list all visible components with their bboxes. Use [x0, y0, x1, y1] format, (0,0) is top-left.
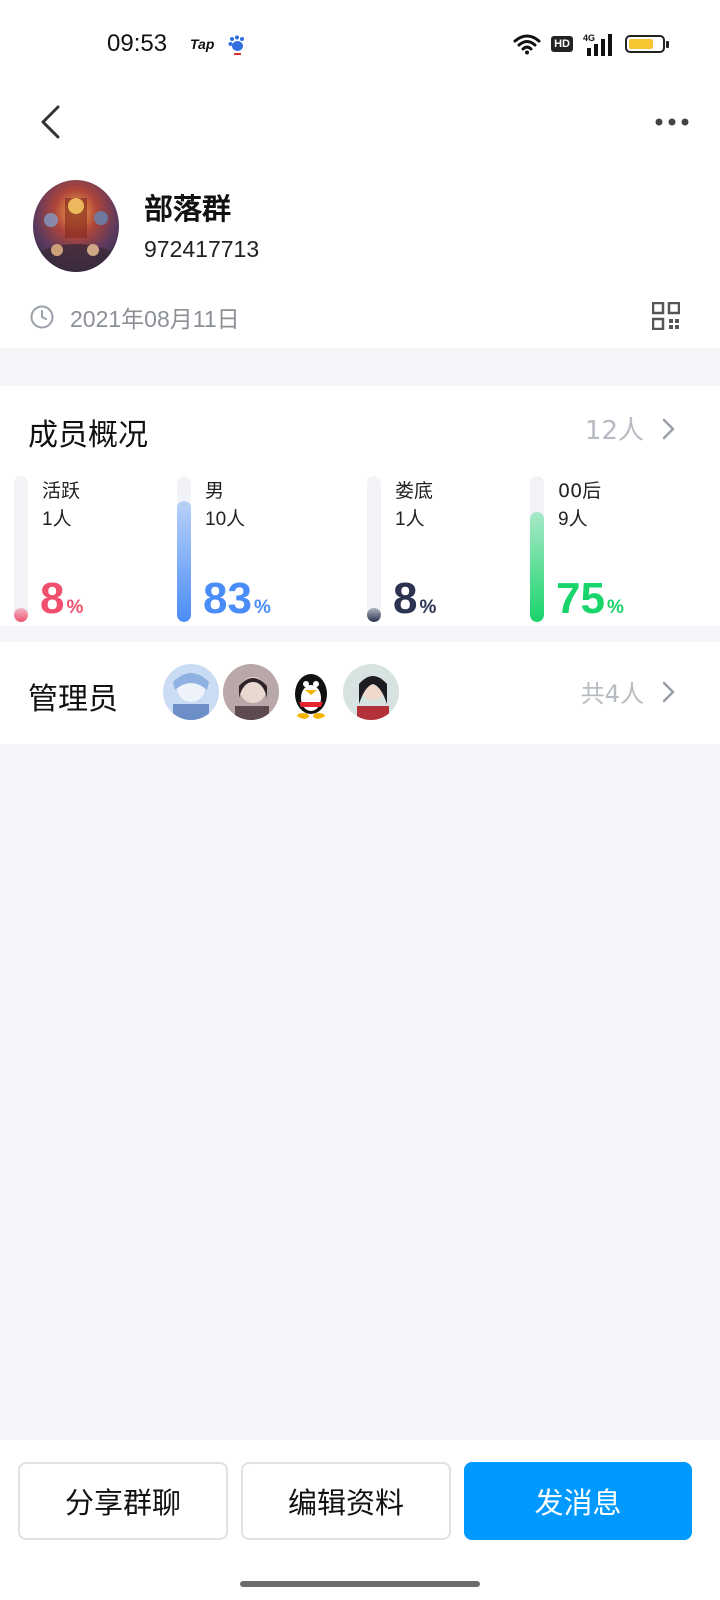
stat-label: 娄底 — [395, 480, 434, 502]
stat-percent-sign: % — [253, 597, 271, 618]
chevron-right-icon — [662, 418, 675, 439]
home-indicator[interactable] — [240, 1581, 480, 1587]
stat-percent-value: 8 — [393, 574, 418, 623]
group-avatar-image — [33, 180, 119, 272]
stat-bar — [367, 476, 381, 622]
members-overview: 成员概况 12人 活跃 1人 8% 男 10人 83% 娄底 1人 8% 00后… — [0, 386, 720, 626]
bottom-action-bar: 分享群聊 编辑资料 发消息 — [0, 1440, 720, 1600]
more-button[interactable] — [650, 100, 694, 144]
group-id: 972417713 — [144, 236, 260, 262]
send-message-button[interactable]: 发消息 — [464, 1462, 692, 1540]
share-group-button[interactable]: 分享群聊 — [18, 1462, 228, 1540]
members-count: 12人 — [584, 416, 644, 446]
stat-percent: 83% — [203, 574, 271, 624]
avatar — [343, 664, 399, 720]
group-name: 部落群 — [144, 192, 232, 226]
group-avatar[interactable] — [33, 180, 119, 272]
stat-bar — [530, 476, 544, 622]
baidu-icon — [228, 35, 244, 55]
stat-active: 活跃 1人 8% — [14, 476, 174, 626]
wifi-icon — [513, 34, 541, 55]
stat-fill — [177, 501, 191, 622]
qr-code-icon[interactable] — [652, 302, 680, 330]
stat-count: 1人 — [42, 509, 72, 530]
admins-title: 管理员 — [28, 682, 118, 717]
avatar — [223, 664, 279, 720]
stat-label: 00后 — [558, 480, 602, 502]
header-nav — [0, 92, 720, 172]
stat-count: 10人 — [205, 509, 246, 530]
stat-percent-sign: % — [606, 597, 624, 618]
stat-percent-value: 8 — [40, 574, 65, 623]
chevron-right-icon — [662, 681, 675, 702]
created-date-row: 2021年08月11日 — [30, 300, 240, 334]
stat-percent: 8% — [393, 574, 436, 624]
stat-percent-value: 83 — [203, 574, 252, 623]
stat-percent: 75% — [556, 574, 624, 624]
stat-bar — [177, 476, 191, 622]
admins-row[interactable]: 管理员 共4人 — [0, 642, 720, 744]
stat-loudi: 娄底 1人 8% — [367, 476, 527, 626]
clock-icon — [30, 305, 54, 329]
stat-percent-sign: % — [66, 597, 84, 618]
back-button[interactable] — [28, 100, 72, 144]
stat-male: 男 10人 83% — [177, 476, 337, 626]
stat-bar — [14, 476, 28, 622]
admins-count: 共4人 — [580, 680, 644, 708]
stat-percent-sign: % — [419, 597, 437, 618]
admin-avatars — [163, 664, 399, 720]
stat-percent-value: 75 — [556, 574, 605, 623]
admins-count-link: 共4人 — [581, 674, 676, 709]
stat-count: 1人 — [395, 509, 425, 530]
taptap-icon: Tap — [190, 36, 215, 52]
signal-4g-icon: 4G — [583, 33, 612, 56]
stat-fill — [14, 608, 28, 622]
stat-count: 9人 — [558, 509, 588, 530]
battery-level — [629, 39, 653, 49]
more-dots-icon — [655, 118, 689, 126]
avatar — [163, 664, 219, 720]
network-type: 4G — [583, 33, 595, 43]
created-date: 2021年08月11日 — [70, 306, 240, 332]
battery-icon — [625, 35, 669, 53]
stat-percent: 8% — [40, 574, 83, 624]
status-bar: 09:53 Tap HD 4G — [0, 0, 720, 92]
members-title: 成员概况 — [28, 418, 148, 453]
stat-label: 活跃 — [42, 480, 81, 502]
hd-icon: HD — [551, 36, 573, 52]
edit-profile-button[interactable]: 编辑资料 — [241, 1462, 451, 1540]
stat-fill — [367, 608, 381, 622]
stat-post-00s: 00后 9人 75% — [530, 476, 690, 626]
chevron-left-icon — [41, 105, 60, 139]
stat-label: 男 — [205, 480, 225, 502]
stat-fill — [530, 512, 544, 622]
members-count-link[interactable]: 12人 — [585, 410, 676, 447]
avatar — [283, 664, 339, 720]
status-icons: HD 4G — [513, 32, 669, 56]
group-info: 部落群 972417713 2021年08月11日 — [0, 172, 720, 348]
status-time: 09:53 — [107, 30, 168, 57]
